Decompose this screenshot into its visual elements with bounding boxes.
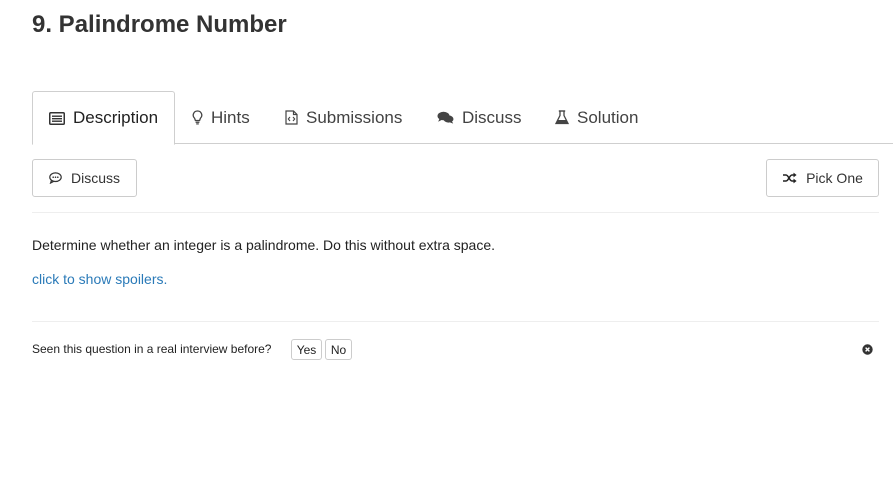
discuss-button[interactable]: Discuss xyxy=(32,159,137,197)
tab-hints[interactable]: Hints xyxy=(192,91,250,144)
page-title: 9. Palindrome Number xyxy=(32,11,287,38)
tab-label: Hints xyxy=(211,107,250,127)
divider xyxy=(32,212,879,213)
interview-question-text: Seen this question in a real interview b… xyxy=(32,342,272,356)
show-spoilers-link[interactable]: click to show spoilers. xyxy=(32,270,167,288)
discuss-button-label: Discuss xyxy=(70,170,120,186)
comments-icon xyxy=(437,111,454,124)
lightbulb-icon xyxy=(192,110,203,125)
tab-description[interactable]: Description xyxy=(32,91,176,145)
tab-submissions[interactable]: Submissions xyxy=(285,91,402,144)
problem-description: Determine whether an integer is a palind… xyxy=(32,237,496,253)
yes-button[interactable]: Yes xyxy=(291,339,322,360)
close-circle-icon[interactable] xyxy=(862,342,873,355)
tab-label: Discuss xyxy=(462,107,522,127)
divider xyxy=(32,321,879,322)
tab-label: Submissions xyxy=(306,107,403,127)
tab-solution[interactable]: Solution xyxy=(555,91,638,144)
list-alt-icon xyxy=(49,111,65,125)
tab-label: Solution xyxy=(577,107,639,127)
no-button[interactable]: No xyxy=(325,339,352,360)
flask-icon xyxy=(555,110,569,125)
random-icon xyxy=(782,172,797,184)
tab-label: Description xyxy=(73,108,159,127)
pick-one-button-label: Pick One xyxy=(806,170,863,186)
tab-bar: Description Hints Submissions Discuss So… xyxy=(32,91,893,145)
pick-one-button[interactable]: Pick One xyxy=(766,159,879,197)
comment-icon xyxy=(49,172,62,184)
code-file-icon xyxy=(285,110,298,125)
tab-discuss[interactable]: Discuss xyxy=(437,91,522,144)
